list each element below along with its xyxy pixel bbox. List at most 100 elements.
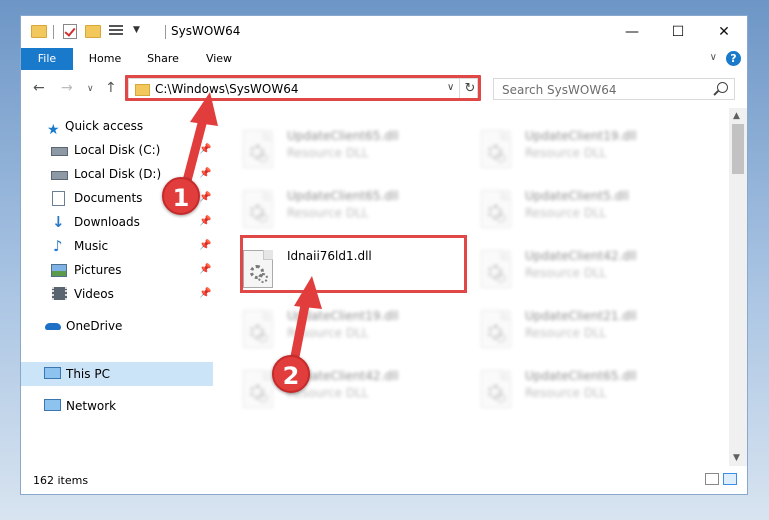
window-title: SysWOW64: [171, 24, 241, 38]
dll-file-icon: [243, 370, 273, 408]
file-name: UpdateClient65.dll: [287, 129, 399, 143]
file-name: UpdateClient21.dll: [525, 309, 637, 323]
list-item[interactable]: UpdateClient19.dll Resource DLL: [475, 124, 705, 180]
file-type: Resource DLL: [287, 206, 369, 220]
forward-arrow-icon[interactable]: →: [61, 80, 73, 96]
properties-check-icon[interactable]: [63, 24, 77, 39]
tab-file[interactable]: File: [21, 48, 73, 70]
folder-icon[interactable]: [31, 25, 47, 38]
item-count: 162 items: [33, 474, 89, 487]
download-arrow-icon: ↓: [52, 213, 65, 231]
up-arrow-icon[interactable]: ↑: [105, 80, 117, 96]
navigation-bar: ← → ∨ ↑ C:\Windows\SysWOW64 ∨ ↻: [21, 70, 747, 108]
sidebar-item-videos[interactable]: Videos 📌: [21, 282, 213, 306]
search-icon[interactable]: [717, 82, 728, 93]
file-type: Resource DLL: [525, 146, 607, 160]
file-type: Resource DLL: [525, 206, 607, 220]
sidebar-item-network[interactable]: Network: [21, 394, 213, 418]
file-type: Resource DLL: [525, 386, 607, 400]
toolbar-separator: [53, 25, 54, 39]
list-item[interactable]: UpdateClient42.dll Resource DLL: [475, 244, 705, 300]
pin-icon[interactable]: 📌: [199, 234, 211, 258]
scroll-thumb[interactable]: [732, 124, 744, 174]
sidebar-item-label: Music: [74, 239, 109, 253]
vertical-scrollbar[interactable]: ▲ ▼: [729, 108, 747, 466]
maximize-button[interactable]: ☐: [655, 16, 701, 48]
step-badge-1: 1: [162, 177, 200, 215]
drive-icon: [51, 147, 68, 156]
tab-home[interactable]: Home: [79, 48, 131, 70]
file-explorer-window: ▼ SysWOW64 — ☐ ✕ File Home Share View ∨ …: [20, 15, 748, 495]
file-type: Resource DLL: [525, 326, 607, 340]
pin-icon[interactable]: 📌: [199, 186, 211, 210]
file-name: UpdateClient19.dll: [525, 129, 637, 143]
dll-file-icon: [481, 130, 511, 168]
file-highlight-box: [240, 235, 467, 293]
sidebar-item-pictures[interactable]: Pictures 📌: [21, 258, 213, 282]
dll-file-icon: [481, 370, 511, 408]
sidebar-item-onedrive[interactable]: OneDrive: [21, 314, 213, 338]
expand-ribbon-icon[interactable]: ∨: [710, 52, 717, 63]
tiles-view-icon[interactable]: [723, 473, 737, 485]
star-icon: ★: [47, 122, 60, 138]
dll-file-icon: [243, 130, 273, 168]
sidebar-item-music[interactable]: ♪ Music 📌: [21, 234, 213, 258]
film-icon: [52, 287, 67, 300]
list-item[interactable]: UpdateClient21.dll Resource DLL: [475, 304, 705, 360]
sidebar-item-label: Pictures: [74, 263, 122, 277]
search-input[interactable]: [500, 81, 704, 99]
help-icon[interactable]: ?: [726, 51, 741, 66]
file-name: UpdateClient5.dll: [525, 189, 629, 203]
pictures-icon: [51, 264, 67, 277]
pin-icon[interactable]: 📌: [199, 210, 211, 234]
back-arrow-icon[interactable]: ←: [33, 80, 45, 96]
file-name: UpdateClient19.dll: [287, 309, 399, 323]
list-item[interactable]: UpdateClient65.dll Resource DLL: [237, 184, 467, 240]
sidebar-item-label: Network: [66, 399, 117, 413]
list-item[interactable]: UpdateClient19.dll Resource DLL: [237, 304, 467, 360]
scroll-down-icon[interactable]: ▼: [733, 453, 740, 463]
details-view-icon[interactable]: [705, 473, 719, 485]
list-item[interactable]: UpdateClient5.dll Resource DLL: [475, 184, 705, 240]
list-item[interactable]: UpdateClient65.dll Resource DLL: [475, 364, 705, 420]
sidebar-item-label: Quick access: [65, 119, 144, 133]
sidebar-item-this-pc[interactable]: This PC: [21, 362, 213, 386]
title-bar: ▼ SysWOW64 — ☐ ✕: [21, 16, 747, 48]
sidebar-item-local-disk-c[interactable]: Local Disk (C:) 📌: [21, 138, 213, 162]
sidebar-item-quick-access[interactable]: ★ Quick access: [21, 114, 213, 138]
pin-icon[interactable]: 📌: [199, 138, 211, 162]
dll-file-icon: [481, 310, 511, 348]
file-type: Resource DLL: [287, 146, 369, 160]
file-type: Resource DLL: [525, 266, 607, 280]
status-bar: 162 items: [21, 466, 747, 494]
minimize-button[interactable]: —: [609, 16, 655, 48]
pin-icon[interactable]: 📌: [199, 258, 211, 282]
tab-share[interactable]: Share: [137, 48, 189, 70]
customize-toolbar-icon[interactable]: [109, 25, 123, 37]
sidebar-item-label: Local Disk (D:): [74, 167, 162, 181]
address-highlight-box: [125, 75, 481, 101]
sidebar-item-label: This PC: [66, 367, 110, 381]
file-name: UpdateClient65.dll: [525, 369, 637, 383]
sidebar-item-label: OneDrive: [66, 319, 123, 333]
network-icon: [44, 399, 61, 411]
pin-icon[interactable]: 📌: [199, 282, 211, 306]
file-name: UpdateClient65.dll: [287, 189, 399, 203]
close-button[interactable]: ✕: [701, 16, 747, 48]
list-item[interactable]: UpdateClient65.dll Resource DLL: [237, 124, 467, 180]
computer-icon: [44, 367, 61, 379]
search-box[interactable]: [493, 78, 735, 100]
step-badge-2: 2: [272, 355, 310, 393]
tab-view[interactable]: View: [193, 48, 245, 70]
recent-locations-icon[interactable]: ∨: [87, 84, 94, 94]
file-name: UpdateClient42.dll: [525, 249, 637, 263]
sidebar-item-label: Documents: [74, 191, 143, 205]
pin-icon[interactable]: 📌: [199, 162, 211, 186]
new-folder-icon[interactable]: [85, 25, 101, 38]
ribbon-tabs: File Home Share View ∨ ?: [21, 48, 747, 70]
navigation-pane: ★ Quick access Local Disk (C:) 📌 Local D…: [21, 108, 213, 466]
dll-file-icon: [481, 190, 511, 228]
scroll-up-icon[interactable]: ▲: [733, 111, 740, 121]
dll-file-icon: [243, 310, 273, 348]
chevron-down-icon[interactable]: ▼: [133, 25, 140, 41]
